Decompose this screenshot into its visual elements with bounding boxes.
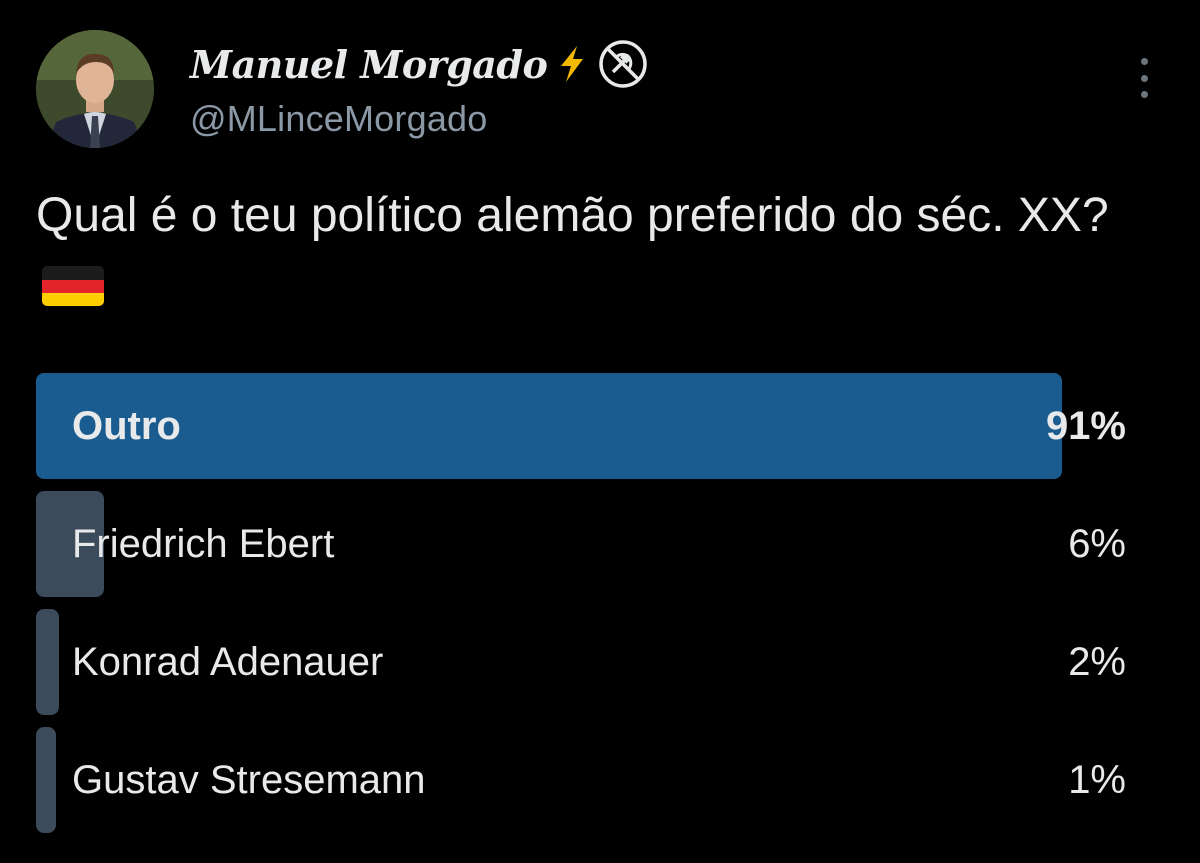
poll-bar (36, 727, 56, 833)
german-flag-icon (42, 266, 104, 307)
display-name-row: Manuel Morgado (190, 38, 649, 90)
user-handle[interactable]: @MLinceMorgado (190, 98, 487, 140)
poll-bar (36, 373, 1062, 479)
poll-option[interactable]: Gustav Stresemann 1% (36, 727, 1126, 833)
poll-option-label: Friedrich Ebert (72, 522, 335, 566)
dot (1140, 74, 1148, 82)
poll-option[interactable]: Konrad Adenauer 2% (36, 609, 1126, 715)
poll-option-percent: 6% (1068, 522, 1126, 566)
dot (1140, 58, 1148, 65)
tweet-text: Qual é o teu político alemão preferido d… (36, 180, 1156, 324)
poll-bar (36, 609, 59, 715)
display-name[interactable]: Manuel Morgado (190, 42, 548, 87)
poll-option-label: Gustav Stresemann (72, 758, 426, 802)
profile-photo-icon (36, 30, 154, 148)
poll-option-label: Konrad Adenauer (72, 640, 384, 684)
avatar[interactable] (36, 30, 154, 148)
dot (1140, 91, 1148, 98)
poll: Outro 91% Friedrich Ebert 6% Konrad Aden… (36, 373, 1126, 845)
poll-option-percent: 1% (1068, 758, 1126, 802)
prohibited-hammer-sickle-icon (597, 38, 649, 90)
poll-option-percent: 2% (1068, 640, 1126, 684)
poll-option[interactable]: Outro 91% (36, 373, 1126, 479)
poll-option-percent: 91% (1045, 404, 1126, 448)
tweet-text-content: Qual é o teu político alemão preferido d… (36, 189, 1109, 242)
lightning-bolt-icon (557, 44, 587, 84)
poll-option-label: Outro (72, 404, 181, 448)
poll-option[interactable]: Friedrich Ebert 6% (36, 491, 1126, 597)
more-vertical-icon[interactable] (1132, 58, 1156, 98)
